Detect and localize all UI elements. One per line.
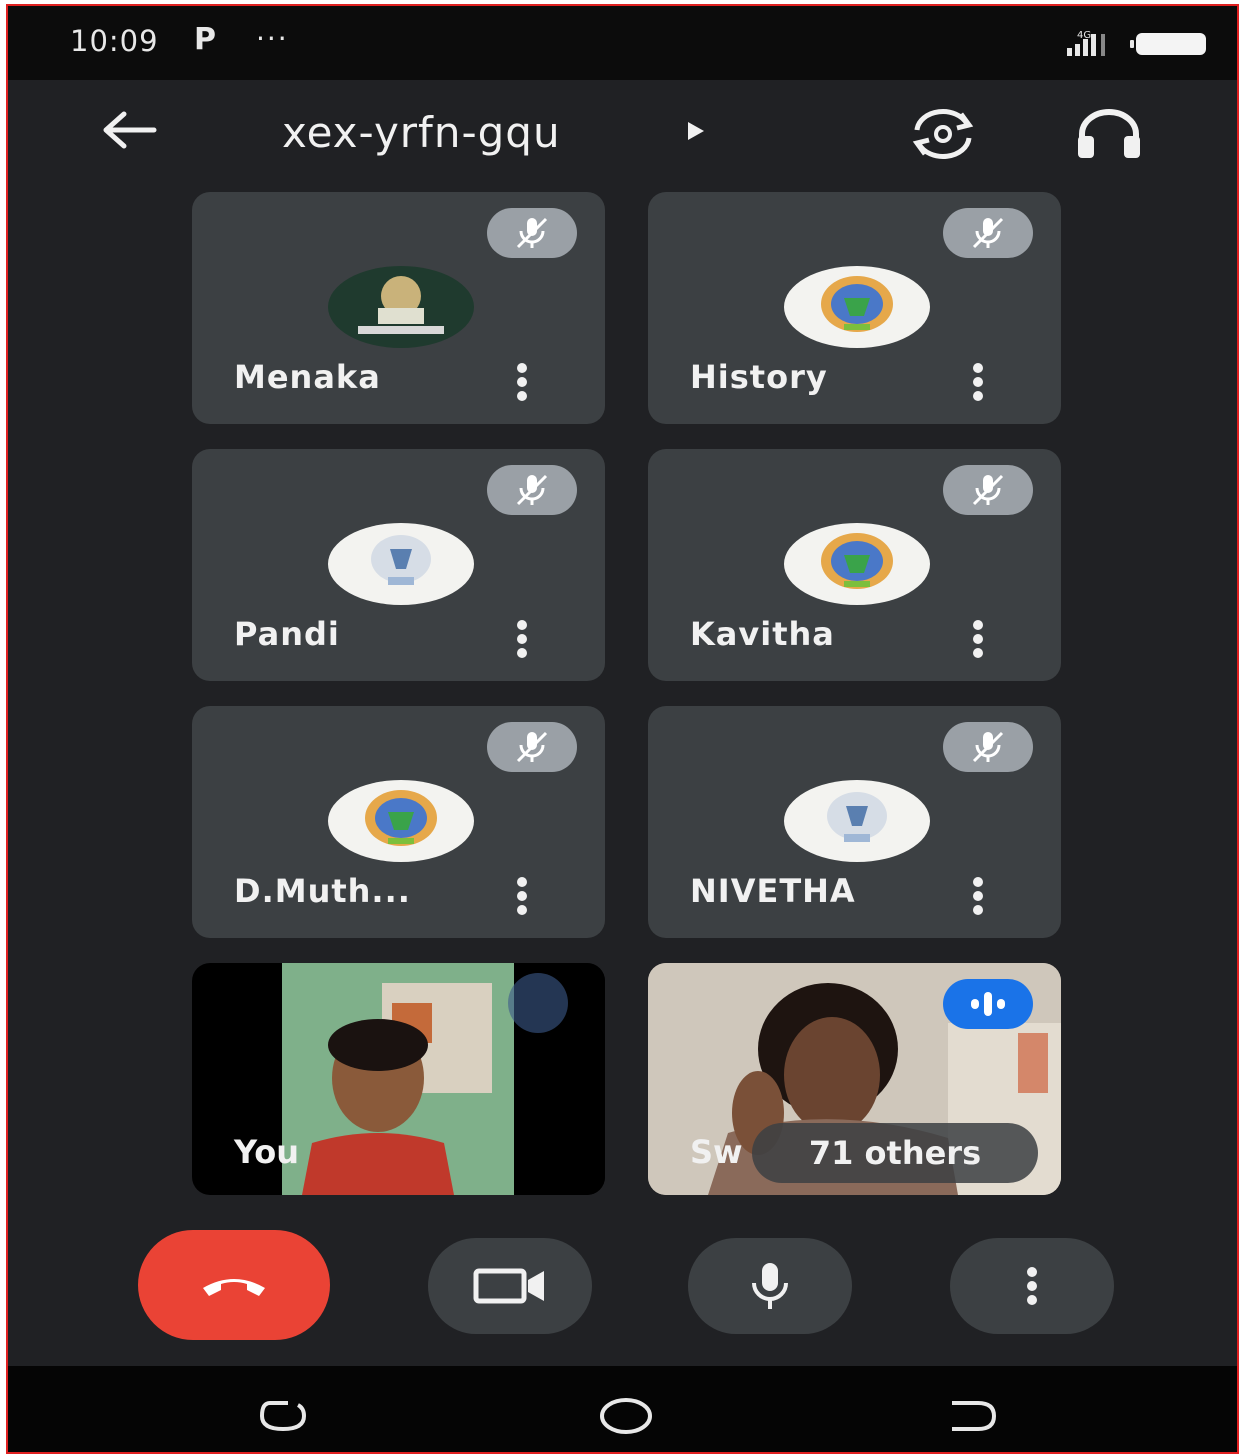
end-call-button[interactable] [138, 1230, 330, 1340]
back-arrow-icon[interactable] [98, 110, 158, 154]
more-notifications-icon: ··· [256, 22, 289, 55]
back-nav-icon[interactable] [948, 1398, 998, 1438]
muted-mic-icon [487, 208, 577, 258]
meeting-code[interactable]: xex-yrfn-gqu [282, 108, 561, 157]
audio-output-headphones-icon[interactable] [1074, 108, 1144, 164]
participant-name: D.Muth... [234, 872, 411, 910]
participant-tile[interactable]: Menaka [192, 192, 605, 424]
participant-tile[interactable]: NIVETHA [648, 706, 1061, 938]
video-camera-icon [473, 1268, 544, 1304]
participant-name: Pandi [234, 615, 340, 653]
participant-name: NIVETHA [690, 872, 856, 910]
participant-tile[interactable]: History [648, 192, 1061, 424]
others-count: 71 others [808, 1134, 982, 1172]
avatar [328, 266, 474, 348]
others-chip[interactable]: 71 others [752, 1123, 1038, 1183]
avatar [784, 266, 930, 348]
participant-tile[interactable]: Kavitha [648, 449, 1061, 681]
end-call-icon [203, 1279, 265, 1296]
more-options-icon[interactable] [514, 619, 530, 663]
participant-name: Kavitha [690, 615, 835, 653]
self-label: You [234, 1133, 299, 1171]
camera-toggle-button[interactable] [428, 1238, 592, 1334]
meeting-details-arrow-icon[interactable] [686, 120, 706, 146]
muted-mic-icon [943, 465, 1033, 515]
more-options-icon[interactable] [970, 619, 986, 663]
call-controls [8, 1226, 1237, 1356]
participant-name: Menaka [234, 358, 381, 396]
avatar [784, 780, 930, 862]
speaking-indicator-icon [943, 979, 1033, 1029]
more-options-icon[interactable] [514, 876, 530, 920]
avatar [328, 523, 474, 605]
app-frame: 10:09 P ··· 4G xex-yrfn-gqu Menaka Histo… [6, 4, 1239, 1454]
recent-apps-icon[interactable] [258, 1398, 308, 1438]
speaker-label: Sw [690, 1133, 743, 1171]
muted-mic-icon [487, 722, 577, 772]
more-options-icon[interactable] [514, 362, 530, 406]
signal-icon: 4G [1063, 30, 1115, 60]
self-video-tile[interactable]: You [192, 963, 605, 1195]
battery-icon [1128, 32, 1208, 60]
system-navigation-bar [8, 1366, 1237, 1452]
more-options-icon[interactable] [970, 362, 986, 406]
speaker-video-tile[interactable]: Sw 71 others [648, 963, 1061, 1195]
more-vert-icon [1027, 1267, 1037, 1305]
avatar [328, 780, 474, 862]
more-options-icon[interactable] [970, 876, 986, 920]
status-bar: 10:09 P ··· 4G [8, 6, 1237, 80]
muted-mic-icon [487, 465, 577, 515]
home-icon[interactable] [598, 1396, 654, 1440]
more-options-button[interactable] [950, 1238, 1114, 1334]
muted-mic-icon [943, 722, 1033, 772]
avatar [784, 523, 930, 605]
notification-p-icon: P [194, 22, 216, 57]
switch-camera-icon[interactable] [903, 108, 983, 164]
microphone-toggle-button[interactable] [688, 1238, 852, 1334]
meeting-header: xex-yrfn-gqu [8, 80, 1237, 190]
muted-mic-icon [943, 208, 1033, 258]
participant-tile[interactable]: Pandi [192, 449, 605, 681]
status-time: 10:09 [70, 24, 159, 58]
participant-name: History [690, 358, 828, 396]
microphone-icon [752, 1263, 788, 1309]
participant-tile[interactable]: D.Muth... [192, 706, 605, 938]
